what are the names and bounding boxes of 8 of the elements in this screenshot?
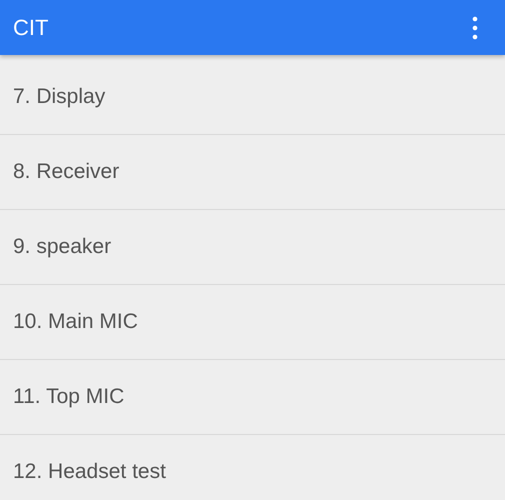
more-options-icon[interactable] bbox=[472, 16, 478, 40]
list-item[interactable]: 10. Main MIC bbox=[0, 285, 505, 360]
list-item[interactable]: 11. Top MIC bbox=[0, 360, 505, 435]
app-title: CIT bbox=[13, 14, 48, 40]
list-item[interactable]: 8. Receiver bbox=[0, 135, 505, 210]
list-item[interactable]: 12. Headset test bbox=[0, 435, 505, 500]
list-item[interactable]: 7. Display bbox=[0, 60, 505, 135]
list-item[interactable]: 9. speaker bbox=[0, 210, 505, 285]
